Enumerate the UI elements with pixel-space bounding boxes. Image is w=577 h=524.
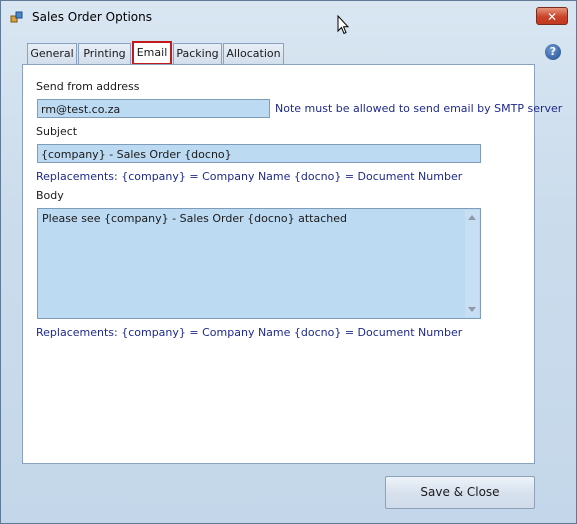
tab-printing[interactable]: Printing: [78, 43, 131, 64]
sales-order-options-window: Sales Order Options ✕ ? General Printing…: [0, 0, 577, 524]
body-scrollbar[interactable]: [465, 210, 479, 317]
subject-label: Subject: [36, 125, 78, 138]
title-bar[interactable]: Sales Order Options ✕: [1, 1, 576, 33]
app-icon: [10, 11, 23, 23]
tab-allocation[interactable]: Allocation: [223, 43, 284, 64]
body-replacements-note: Replacements: {company} = Company Name {…: [36, 326, 463, 339]
tab-general[interactable]: General: [27, 43, 77, 64]
tab-packing[interactable]: Packing: [173, 43, 222, 64]
subject-replacements-note: Replacements: {company} = Company Name {…: [36, 170, 463, 183]
mouse-pointer-icon: [337, 15, 349, 35]
body-label: Body: [36, 189, 64, 202]
smtp-note: Note must be allowed to send email by SM…: [275, 102, 563, 115]
save-and-close-button[interactable]: Save & Close: [385, 476, 535, 509]
body-textarea[interactable]: Please see {company} - Sales Order {docn…: [37, 208, 481, 319]
help-icon[interactable]: ?: [545, 44, 561, 60]
email-tab-panel: Send from address rm@test.co.za Note mus…: [22, 64, 562, 464]
subject-input[interactable]: {company} - Sales Order {docno}: [37, 144, 481, 163]
body-text: Please see {company} - Sales Order {docn…: [42, 212, 347, 225]
scroll-up-arrow-icon[interactable]: [468, 215, 476, 220]
scroll-down-arrow-icon[interactable]: [468, 307, 476, 312]
close-button[interactable]: ✕: [536, 7, 568, 25]
tab-email[interactable]: Email: [132, 41, 172, 65]
send-from-address-input[interactable]: rm@test.co.za: [37, 99, 270, 118]
send-from-label: Send from address: [36, 80, 140, 93]
window-title: Sales Order Options: [32, 10, 152, 24]
